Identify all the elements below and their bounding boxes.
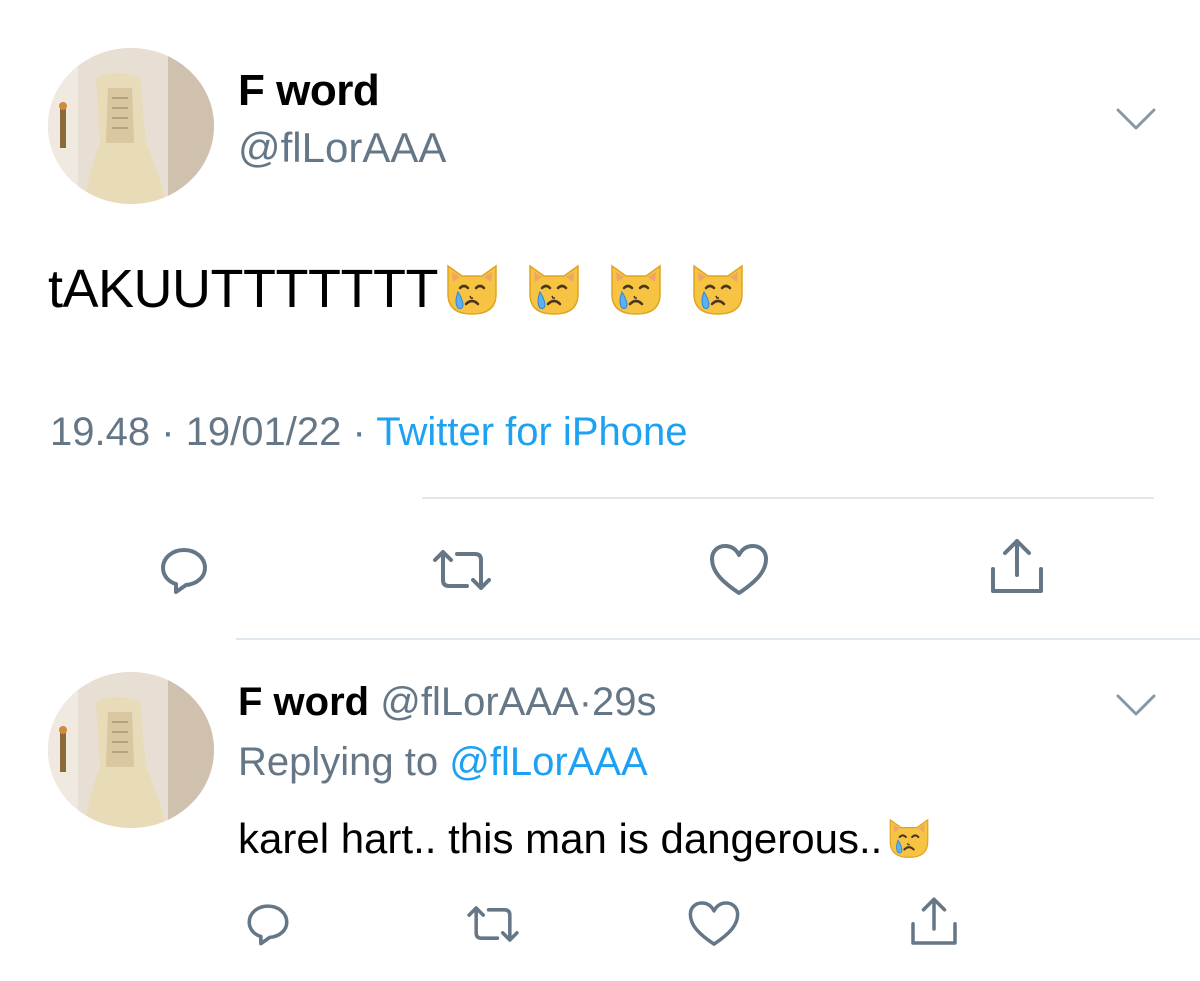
tweet-source-link[interactable]: Twitter for iPhone [376,410,687,454]
tweet-time[interactable]: 19.48 [50,410,150,454]
tweet-text: karel hart.. this man is dangerous.. [238,815,934,863]
like-button[interactable] [704,538,774,602]
reply-button[interactable] [152,538,216,602]
share-icon [991,539,1043,593]
reply-button[interactable] [238,894,298,954]
reply-header: F word @flLorAAA·29s [238,680,657,725]
meta-separator: · [578,680,593,724]
retweet-button[interactable] [424,538,500,602]
tweet-menu-button[interactable] [1114,104,1158,134]
tweet-text-content: karel hart.. this man is dangerous.. [238,815,883,862]
meta-separator: · [352,410,366,454]
crying-cat-face-icon [611,264,661,315]
divider [422,497,1154,499]
crying-cat-face-icon [889,818,929,858]
crying-cat-face-icon [693,264,743,315]
crying-cat-face-icon [529,264,579,315]
reply-icon [161,548,207,594]
crying-cat-face-icon [447,264,497,315]
user-handle[interactable]: @flLorAAA [238,124,446,172]
chevron-down-icon [1116,694,1156,716]
tweet-text: tAKUUTTTTTTT [48,258,750,320]
display-name[interactable]: F word [238,66,380,116]
share-button[interactable] [902,890,966,954]
replying-to: Replying to @flLorAAA [238,740,648,785]
replying-prefix: Replying to [238,740,439,784]
divider [236,638,1200,640]
emoji-group [882,815,934,862]
user-handle[interactable]: @flLorAAA [380,680,578,724]
like-button[interactable] [682,894,746,954]
retweet-icon [433,550,491,590]
meta-separator: · [161,410,175,454]
retweet-icon [467,906,519,942]
tweet-text-content: tAKUUTTTTTTT [48,259,438,319]
tweet-meta: 19.48 · 19/01/22 · Twitter for iPhone [50,410,687,455]
retweet-button[interactable] [458,894,528,954]
like-icon [710,544,768,595]
tweet-date[interactable]: 19/01/22 [186,410,342,454]
avatar-image [48,672,214,828]
display-name[interactable]: F word [238,680,369,724]
share-button[interactable] [982,532,1052,602]
replying-handle-link[interactable]: @flLorAAA [449,740,647,784]
emoji-group [438,259,750,319]
chevron-down-icon [1116,108,1156,130]
avatar[interactable] [48,48,214,204]
like-icon [688,901,740,946]
reply-icon [247,904,289,946]
share-icon [911,897,957,945]
tweet-age[interactable]: 29s [592,680,657,724]
avatar[interactable] [48,672,214,828]
tweet-menu-button[interactable] [1114,690,1158,720]
avatar-image [48,48,214,204]
